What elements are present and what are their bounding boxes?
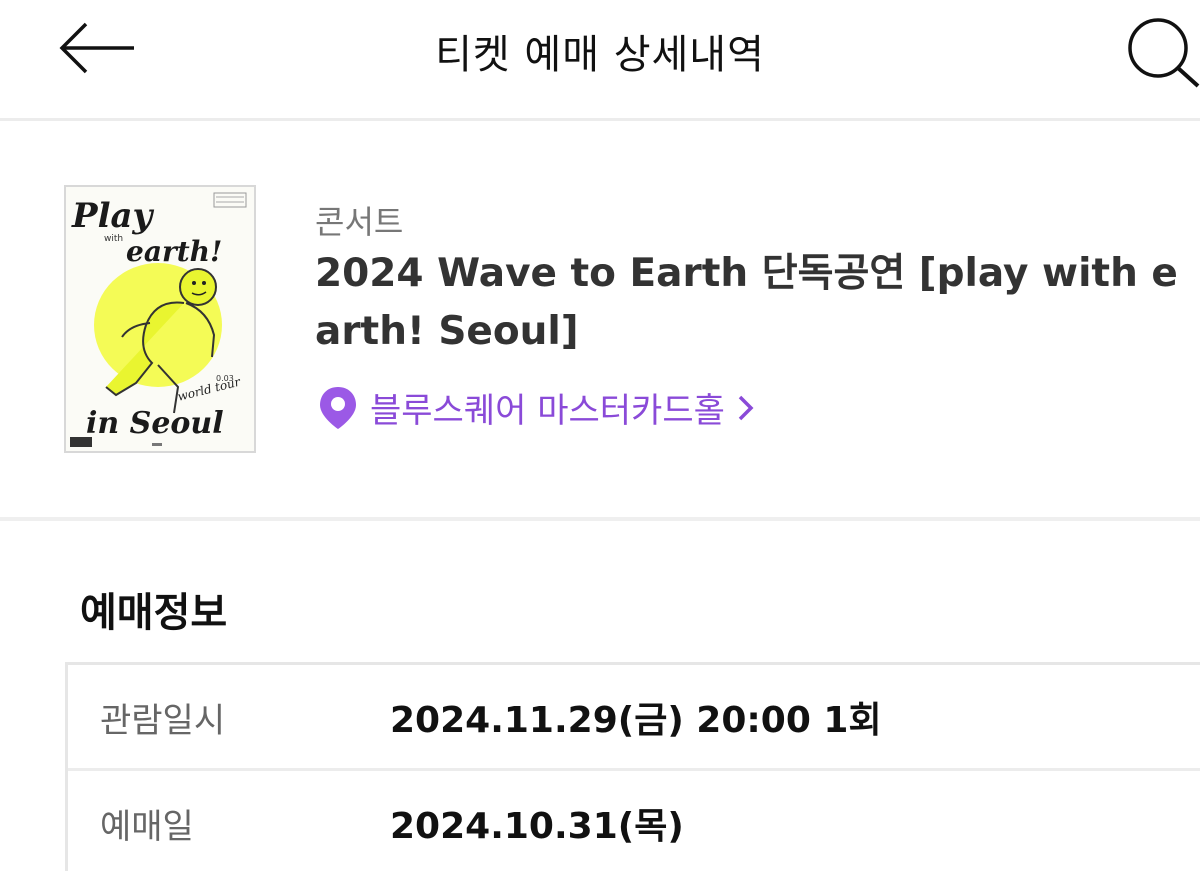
booking-date-value: 2024.10.31(목) — [390, 806, 684, 847]
venue-link[interactable]: 블루스퀘어 마스터카드홀 — [318, 383, 757, 432]
search-icon — [1128, 18, 1200, 88]
poster-text-number: 0.03 — [216, 374, 234, 383]
booking-info-row-booking-date: 예매일 2024.10.31(목) — [68, 771, 1200, 871]
booking-info-table: 관람일시 2024.11.29(금) 20:00 1회 예매일 2024.10.… — [65, 662, 1200, 871]
search-button[interactable] — [1118, 10, 1200, 88]
poster-text-play: Play — [71, 196, 155, 236]
viewing-date-value: 2024.11.29(금) 20:00 1회 — [390, 700, 882, 741]
poster-text-with: with — [104, 234, 123, 244]
poster-illustration: Play with earth! world tour 0.03 in Seou… — [66, 187, 254, 451]
app-header: 티켓 예매 상세내역 — [0, 0, 1200, 118]
booking-info-heading: 예매정보 — [80, 590, 228, 636]
chevron-right-icon — [738, 395, 754, 420]
show-title: 2024 Wave to Earth 단독공연 [play with earth… — [315, 251, 1178, 354]
venue-name: 블루스퀘어 마스터카드홀 — [370, 391, 725, 431]
section-divider — [0, 517, 1200, 521]
show-summary: Play with earth! world tour 0.03 in Seou… — [0, 121, 1200, 517]
location-pin-icon — [320, 386, 356, 429]
poster-text-seoul: in Seoul — [86, 406, 224, 441]
viewing-date-label: 관람일시 — [100, 701, 226, 741]
booking-date-label: 예매일 — [100, 807, 194, 847]
page-title: 티켓 예매 상세내역 — [435, 32, 765, 78]
show-category: 콘서트 — [315, 203, 404, 241]
poster-text-earth: earth! — [126, 235, 222, 268]
booking-info-row-viewing-date: 관람일시 2024.11.29(금) 20:00 1회 — [68, 665, 1200, 771]
show-poster[interactable]: Play with earth! world tour 0.03 in Seou… — [64, 185, 256, 453]
